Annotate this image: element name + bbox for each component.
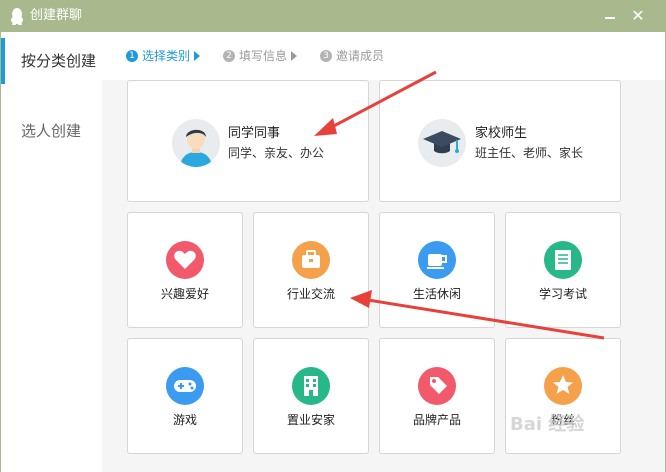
category-card-leisure[interactable]: 生活休闲 (379, 212, 495, 328)
chevron-right-icon (291, 51, 298, 61)
nav-item-label: 选人创建 (21, 122, 82, 140)
window-title: 创建群聊 (30, 8, 83, 23)
step-number: 3 (320, 50, 332, 62)
nav-item-label: 按分类创建 (21, 52, 97, 70)
building-icon (292, 367, 330, 405)
category-card-fans[interactable]: 粉丝 (505, 338, 621, 454)
step-label: 填写信息 (239, 49, 288, 63)
category-title: 家校师生 (475, 126, 528, 141)
category-title: 同学同事 (228, 126, 281, 141)
category-card-study[interactable]: 学习考试 (505, 212, 621, 328)
nav-item-by-category[interactable]: 按分类创建 (1, 38, 102, 84)
baidu-watermark: Bai 经验 (510, 414, 585, 435)
category-label: 学习考试 (538, 287, 587, 301)
step-select-category: 1 选择类别 (126, 46, 201, 66)
step-invite-members: 3 邀请成员 (320, 46, 384, 66)
category-card-games[interactable]: 游戏 (127, 338, 243, 454)
heart-icon (166, 241, 204, 279)
category-label: 兴趣爱好 (160, 287, 209, 301)
category-subtitle: 班主任、老师、家长 (475, 146, 584, 160)
sidebar-nav: 按分类创建 选人创建 (1, 32, 102, 472)
active-indicator (1, 38, 5, 84)
chevron-right-icon (194, 51, 201, 61)
price-tag-icon (418, 367, 456, 405)
nav-item-by-people[interactable]: 选人创建 (1, 116, 102, 146)
minimize-button[interactable] (600, 6, 620, 26)
step-label: 邀请成员 (336, 49, 385, 63)
student-avatar-icon (172, 119, 220, 167)
category-label: 生活休闲 (412, 287, 461, 301)
coffee-cup-icon (418, 241, 456, 279)
category-label: 游戏 (172, 413, 197, 427)
category-card-school[interactable]: 家校师生 班主任、老师、家长 (379, 80, 621, 202)
category-card-hobby[interactable]: 兴趣爱好 (127, 212, 243, 328)
briefcase-icon (292, 241, 330, 279)
step-number: 1 (126, 50, 138, 62)
category-card-classmates[interactable]: 同学同事 同学、亲友、办公 (127, 80, 369, 202)
step-number: 2 (223, 50, 235, 62)
category-card-brand[interactable]: 品牌产品 (379, 338, 495, 454)
category-label: 行业交流 (286, 287, 335, 301)
category-card-realestate[interactable]: 置业安家 (253, 338, 369, 454)
category-card-industry[interactable]: 行业交流 (253, 212, 369, 328)
category-subtitle: 同学、亲友、办公 (228, 146, 325, 160)
category-label: 置业安家 (286, 413, 335, 427)
close-button[interactable]: ✕ (628, 6, 648, 26)
gamepad-icon (166, 367, 204, 405)
notebook-icon (544, 241, 582, 279)
star-icon (544, 367, 582, 405)
qq-penguin-icon (9, 7, 25, 25)
graduation-cap-icon (418, 119, 466, 167)
step-label: 选择类别 (142, 49, 191, 63)
step-fill-info: 2 填写信息 (223, 46, 298, 66)
title-bar: 创建群聊 ✕ (0, 0, 666, 32)
category-label: 品牌产品 (412, 413, 461, 427)
